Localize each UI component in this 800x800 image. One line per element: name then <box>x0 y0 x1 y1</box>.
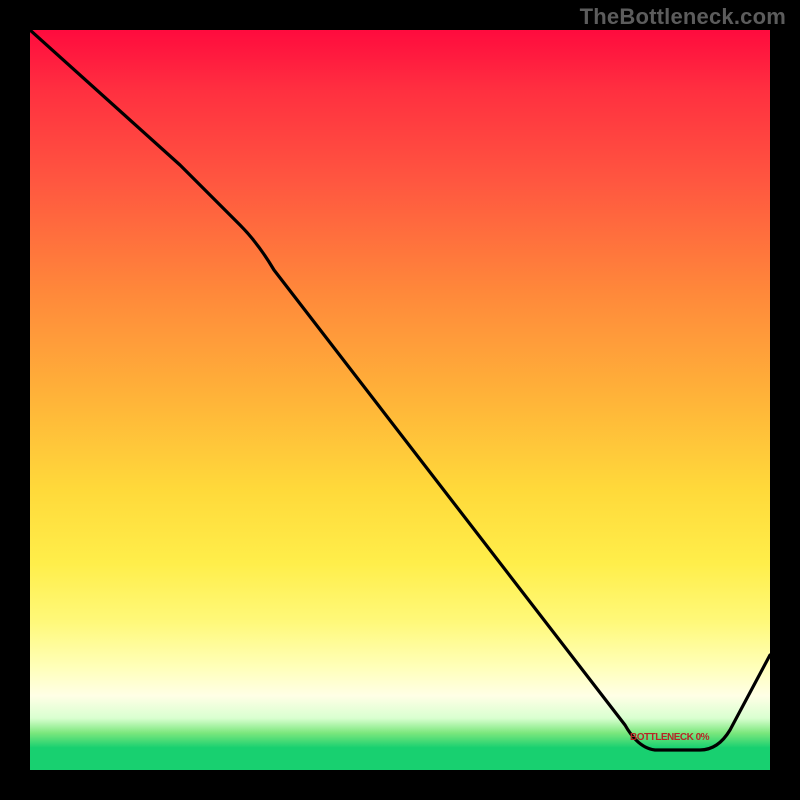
bottleneck-curve <box>30 30 770 770</box>
chart-container: TheBottleneck.com BOTTLENECK 0% <box>0 0 800 800</box>
watermark-label: TheBottleneck.com <box>580 4 786 30</box>
plot-area: BOTTLENECK 0% <box>30 30 770 770</box>
annotation-label: BOTTLENECK 0% <box>630 732 709 743</box>
